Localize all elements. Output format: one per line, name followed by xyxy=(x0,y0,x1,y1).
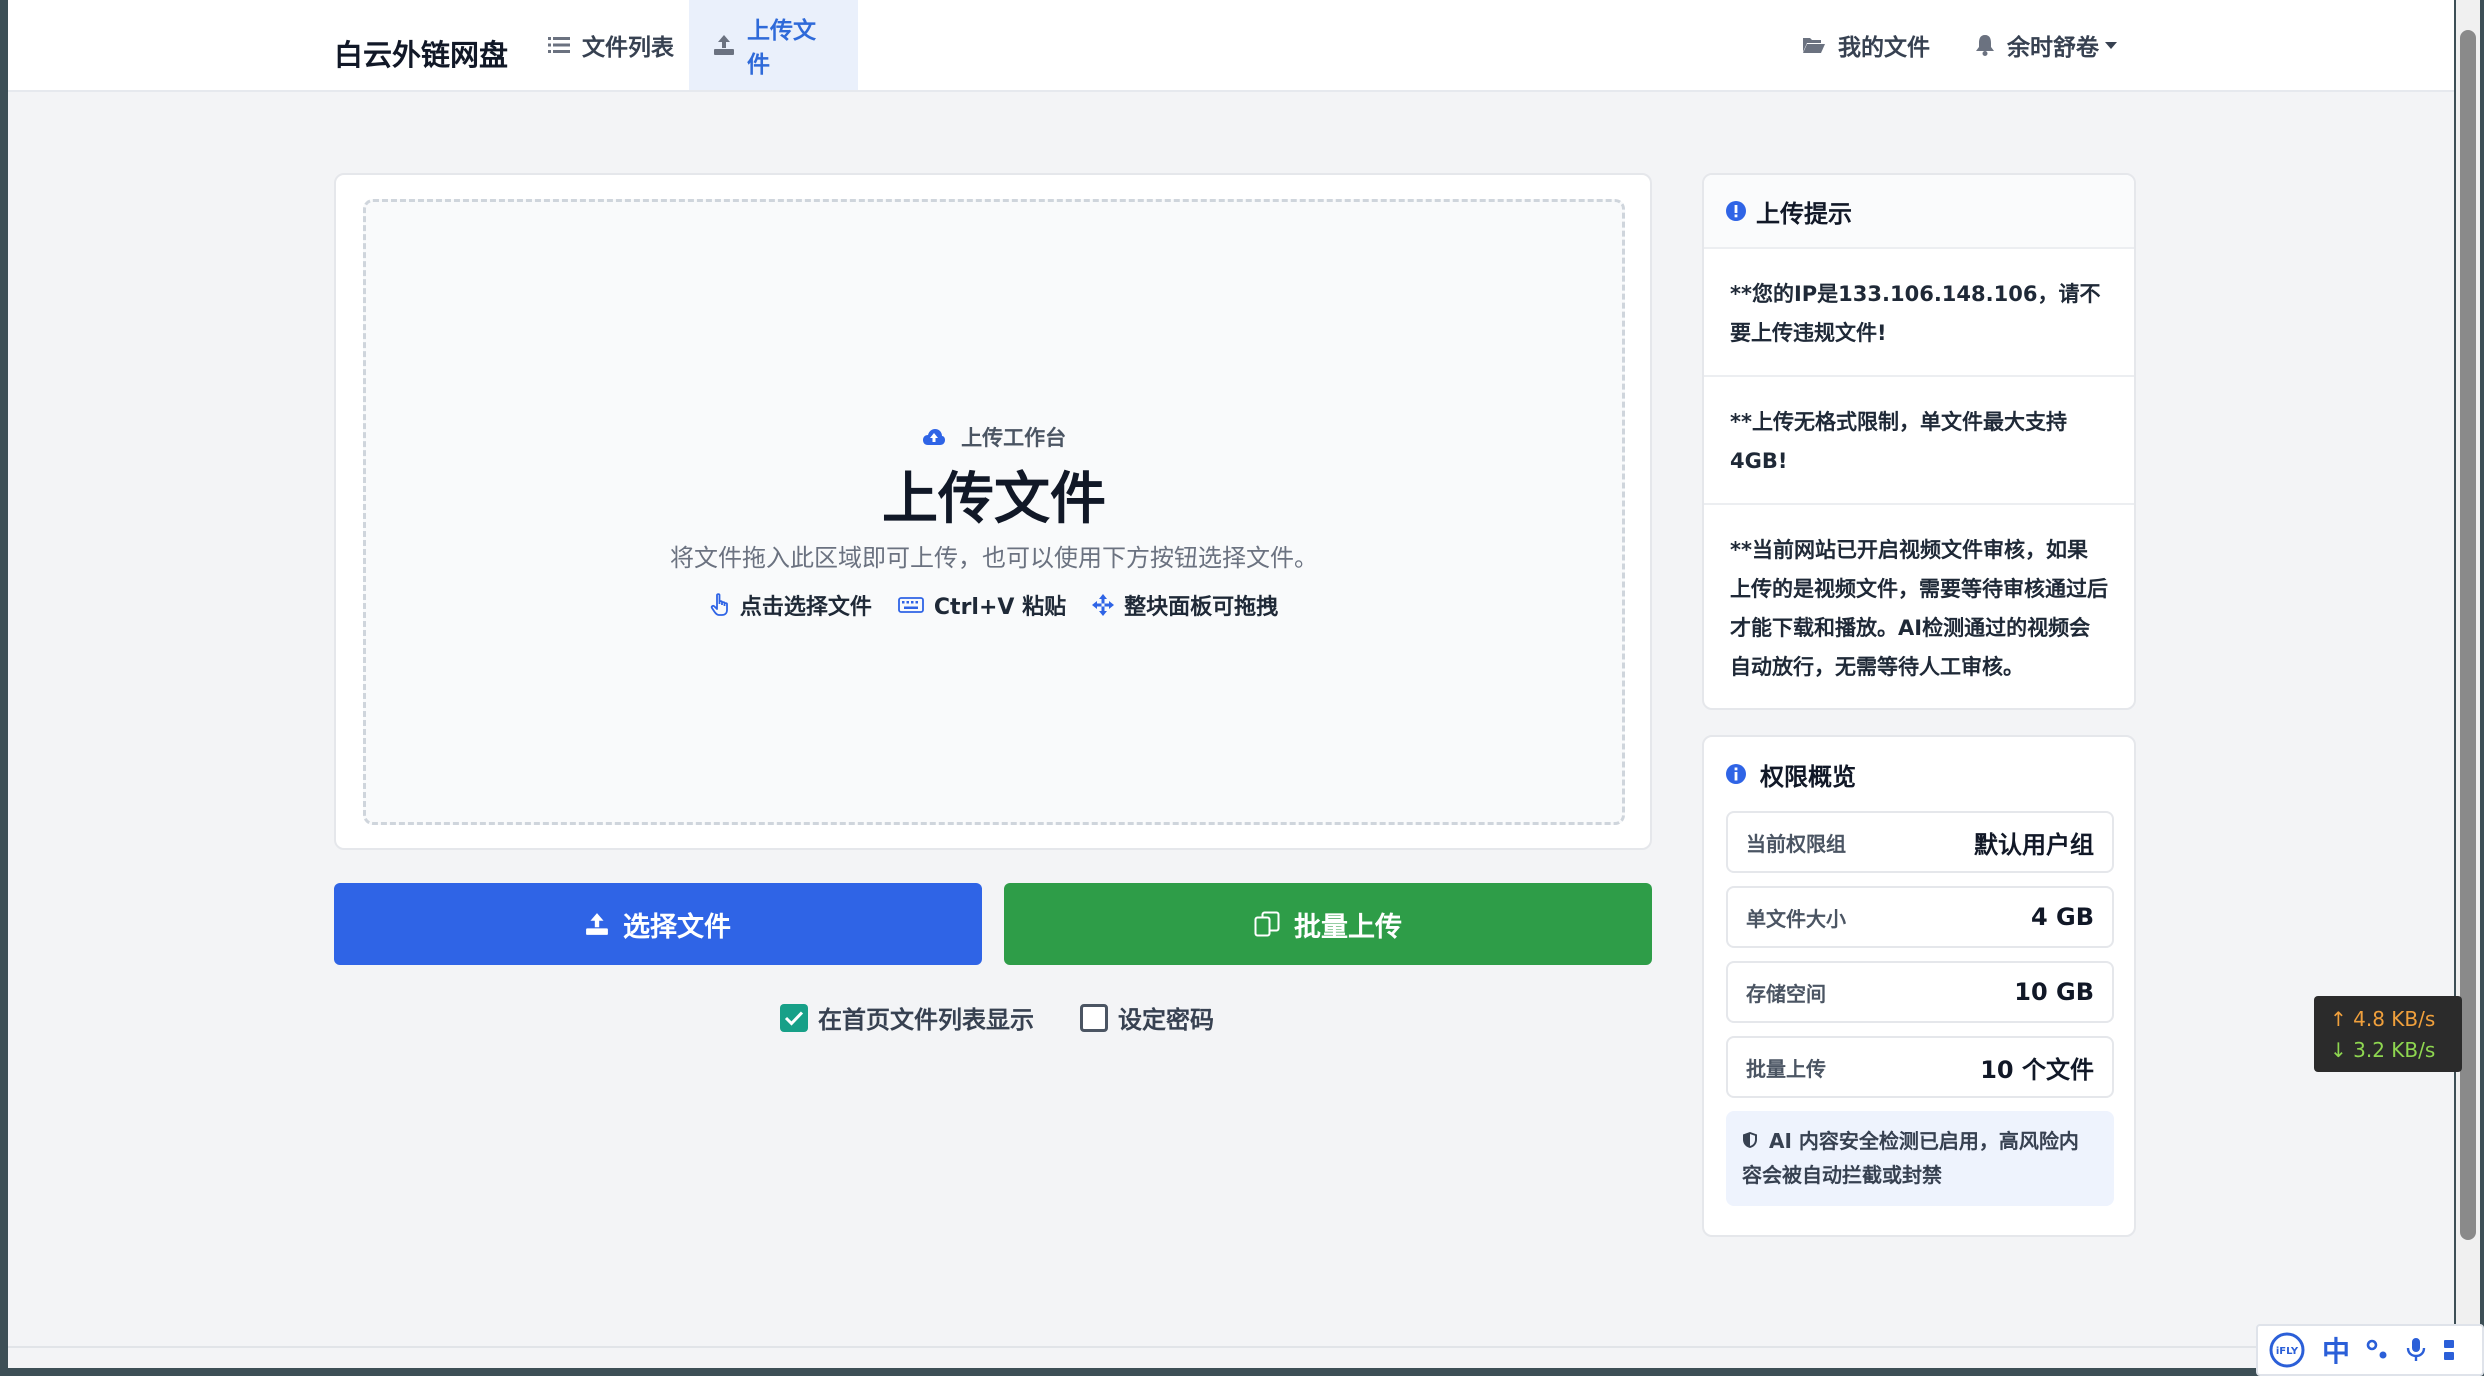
show-on-home-option[interactable]: 在首页文件列表显示 xyxy=(780,1000,1034,1035)
show-on-home-label: 在首页文件列表显示 xyxy=(818,1006,1034,1034)
dropzone-title: 上传文件 xyxy=(882,467,1106,532)
set-password-label: 设定密码 xyxy=(1118,1006,1214,1034)
svg-text:iFLY: iFLY xyxy=(2276,1346,2299,1357)
upload-dropzone[interactable]: 上传工作台 上传文件 将文件拖入此区域即可上传，也可以使用下方按钮选择文件。 点… xyxy=(363,199,1625,825)
upload-icon xyxy=(713,34,735,56)
chevron-down-icon xyxy=(2105,41,2117,49)
upload-panel: 上传工作台 上传文件 将文件拖入此区域即可上传，也可以使用下方按钮选择文件。 点… xyxy=(334,173,1652,850)
upload-tips-title: 上传提示 xyxy=(1756,199,1852,228)
tip-ip-warning: **您的IP是133.106.148.106，请不要上传违规文件! xyxy=(1704,249,2134,377)
ai-security-note-text: AI 内容安全检测已启用，高风险内容会被自动拦截或封禁 xyxy=(1742,1129,2079,1187)
permission-label: 存储空间 xyxy=(1746,981,1826,1006)
permissions-title: 权限概览 xyxy=(1760,762,1856,791)
upload-tips-card: 上传提示 **您的IP是133.106.148.106，请不要上传违规文件! *… xyxy=(1702,173,2136,710)
hint-paste: Ctrl+V 粘贴 xyxy=(898,589,1066,621)
permission-row-storage: 存储空间 10 GB xyxy=(1726,961,2114,1023)
tip-size-limit: **上传无格式限制，单文件最大支持4GB! xyxy=(1704,377,2134,505)
top-navbar: 白云外链网盘 文件列表 上传文件 我的文件 余时舒卷 xyxy=(8,0,2454,92)
nav-user-name: 余时舒卷 xyxy=(2007,35,2099,61)
nav-my-files-label: 我的文件 xyxy=(1838,35,1930,61)
shield-icon xyxy=(1742,1126,1758,1159)
tip-video-review: **当前网站已开启视频文件审核，如果上传的是视频文件，需要等待审核通过后才能下载… xyxy=(1730,538,2108,679)
permission-label: 批量上传 xyxy=(1746,1056,1826,1081)
cloud-upload-icon xyxy=(922,427,946,451)
arrows-move-icon xyxy=(1092,594,1115,616)
select-file-button[interactable]: 选择文件 xyxy=(334,883,982,965)
site-brand[interactable]: 白云外链网盘 xyxy=(334,32,508,74)
exclamation-circle-icon xyxy=(1726,201,1746,221)
hint-click-select-label: 点击选择文件 xyxy=(739,595,872,620)
batch-upload-button[interactable]: 批量上传 xyxy=(1004,883,1652,965)
permission-row-file-size: 单文件大小 4 GB xyxy=(1726,886,2114,948)
dropzone-description: 将文件拖入此区域即可上传，也可以使用下方按钮选择文件。 xyxy=(670,544,1318,572)
upload-icon xyxy=(585,912,609,936)
hand-pointer-icon xyxy=(710,593,730,617)
browser-viewport: 白云外链网盘 文件列表 上传文件 我的文件 余时舒卷 上传工作台 上传文件 将文… xyxy=(8,0,2454,1368)
hint-drag: 整块面板可拖拽 xyxy=(1092,589,1278,621)
permission-value: 默认用户组 xyxy=(1974,830,2094,859)
dropzone-kicker: 上传工作台 xyxy=(366,422,1622,452)
hint-click-select: 点击选择文件 xyxy=(710,589,872,621)
permission-row-group: 当前权限组 默认用户组 xyxy=(1726,811,2114,873)
nav-file-list[interactable]: 文件列表 xyxy=(524,0,698,90)
nav-upload[interactable]: 上传文件 xyxy=(689,0,858,90)
permission-row-batch: 批量上传 10 个文件 xyxy=(1726,1036,2114,1098)
nav-user-menu[interactable]: 余时舒卷 xyxy=(1951,0,2141,90)
scrollbar-thumb[interactable] xyxy=(2460,30,2476,1240)
nav-my-files[interactable]: 我的文件 xyxy=(1778,0,1954,90)
bell-icon xyxy=(1975,34,1995,56)
dropzone-kicker-label: 上传工作台 xyxy=(961,426,1067,450)
ime-toolbar: iFLY 中 xyxy=(2256,1324,2484,1376)
hint-drag-label: 整块面板可拖拽 xyxy=(1124,595,1279,620)
permission-label: 单文件大小 xyxy=(1746,906,1846,931)
ime-punctuation-icon[interactable] xyxy=(2366,1338,2390,1362)
batch-upload-label: 批量上传 xyxy=(1294,911,1402,943)
set-password-option[interactable]: 设定密码 xyxy=(1080,1000,1214,1035)
ime-menu-icon[interactable] xyxy=(2442,1338,2456,1362)
dropzone-hints: 点击选择文件 Ctrl+V 粘贴 整块面板可拖拽 xyxy=(366,589,1622,621)
keyboard-icon xyxy=(898,597,924,613)
info-circle-icon xyxy=(1726,764,1746,784)
folder-open-icon xyxy=(1802,36,1826,54)
page-scrollbar[interactable] xyxy=(2456,0,2480,1376)
checkmark-icon xyxy=(784,1010,804,1026)
ime-language-mode[interactable]: 中 xyxy=(2322,1330,2350,1370)
upload-tips-header: 上传提示 xyxy=(1704,175,2134,249)
ai-security-note: AI 内容安全检测已启用，高风险内容会被自动拦截或封禁 xyxy=(1726,1111,2114,1206)
permissions-header: 权限概览 xyxy=(1704,737,2134,811)
hint-paste-label: Ctrl+V 粘贴 xyxy=(933,595,1067,620)
select-file-label: 选择文件 xyxy=(623,911,731,943)
permission-value: 10 个文件 xyxy=(1980,1055,2094,1084)
download-speed: ↓ 3.2 KB/s xyxy=(2330,1038,2436,1062)
ime-logo-icon[interactable]: iFLY xyxy=(2268,1331,2306,1369)
nav-upload-label: 上传文件 xyxy=(747,18,816,78)
show-on-home-checkbox[interactable] xyxy=(780,1003,808,1032)
microphone-icon[interactable] xyxy=(2406,1337,2426,1363)
list-icon xyxy=(548,36,570,54)
permissions-card: 权限概览 当前权限组 默认用户组 单文件大小 4 GB 存储空间 10 GB 批… xyxy=(1702,735,2136,1237)
copy-files-icon xyxy=(1254,911,1280,937)
permission-value: 10 GB xyxy=(2014,978,2094,1006)
upload-speed: ↑ 4.8 KB/s xyxy=(2330,1007,2436,1031)
page-bottom-divider xyxy=(8,1346,2454,1348)
set-password-checkbox[interactable] xyxy=(1080,1003,1108,1032)
permission-label: 当前权限组 xyxy=(1746,831,1846,856)
nav-file-list-label: 文件列表 xyxy=(582,35,674,61)
network-speed-widget: ↑ 4.8 KB/s ↓ 3.2 KB/s xyxy=(2314,996,2462,1072)
permission-value: 4 GB xyxy=(2030,903,2094,931)
